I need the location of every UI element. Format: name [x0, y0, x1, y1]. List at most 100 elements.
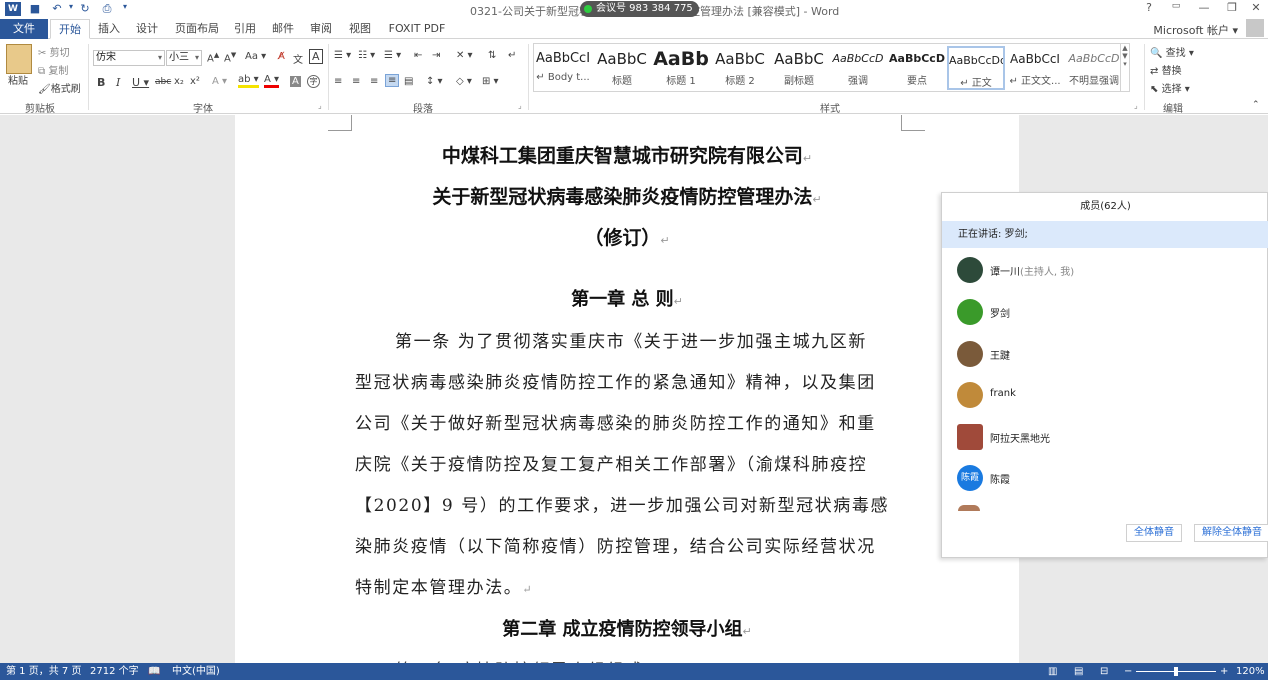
sort-icon[interactable]: ⇅: [488, 50, 496, 61]
italic-button[interactable]: I: [116, 76, 120, 89]
numbering-icon[interactable]: ☷ ▾: [358, 50, 375, 61]
style-heading-2[interactable]: AaBbC 标题 2: [711, 46, 769, 90]
collapse-ribbon-icon[interactable]: ⌃: [1252, 100, 1260, 110]
bold-button[interactable]: B: [97, 76, 105, 89]
print-layout-icon[interactable]: ▤: [1074, 663, 1083, 680]
bullets-icon[interactable]: ☰ ▾: [334, 50, 351, 61]
select-button[interactable]: ⬉ 选择 ▾: [1150, 80, 1190, 95]
tab-layout[interactable]: 页面布局: [170, 19, 224, 39]
member-row[interactable]: frank: [942, 374, 1268, 414]
undo-dropdown-icon[interactable]: ▾: [64, 2, 78, 17]
clipboard-icon[interactable]: [6, 44, 32, 74]
tab-mailings[interactable]: 邮件: [266, 19, 300, 39]
tab-design[interactable]: 设计: [130, 19, 164, 39]
grow-font-icon[interactable]: A▲: [207, 51, 219, 64]
web-layout-icon[interactable]: ⊟: [1100, 663, 1108, 680]
font-size-select[interactable]: 小三 ▾: [166, 50, 202, 66]
char-border-icon[interactable]: A: [309, 49, 323, 64]
font-dialog-launcher-icon[interactable]: ⌟: [318, 101, 322, 110]
member-row[interactable]: 谭一川(主持人, 我): [942, 249, 1268, 289]
font-name-select[interactable]: 仿宋 ▾: [93, 50, 165, 66]
read-mode-icon[interactable]: ▥: [1048, 663, 1057, 680]
save-icon[interactable]: ■: [28, 2, 42, 17]
tab-file[interactable]: 文件: [0, 19, 48, 39]
line-spacing-icon[interactable]: ↕ ▾: [426, 76, 443, 87]
member-row[interactable]: 阿拉天黑地光: [942, 416, 1268, 456]
show-marks-icon[interactable]: ↵: [508, 50, 516, 61]
underline-button[interactable]: U ▾: [132, 76, 149, 89]
format-painter-button[interactable]: 🖌格式刷: [38, 80, 81, 95]
redo-icon[interactable]: ↻: [78, 2, 92, 17]
style-heading-1[interactable]: AaBb 标题 1: [652, 46, 710, 90]
style-subtle-emphasis[interactable]: AaBbCcD 不明显强调: [1065, 46, 1123, 90]
account-link[interactable]: Microsoft 帐户 ▾: [1153, 22, 1238, 38]
increase-indent-icon[interactable]: ⇥: [432, 50, 440, 61]
tab-home[interactable]: 开始: [50, 19, 90, 39]
strikethrough-button[interactable]: abc: [155, 77, 171, 87]
unmute-all-button[interactable]: 解除全体静音: [1194, 524, 1268, 542]
highlight-icon[interactable]: ab ▾: [238, 74, 259, 88]
member-row[interactable]: 罗剑: [942, 291, 1268, 331]
align-center-icon[interactable]: ≡: [352, 76, 360, 87]
help-button[interactable]: ?: [1137, 1, 1161, 17]
tab-insert[interactable]: 插入: [92, 19, 126, 39]
paragraph-dialog-launcher-icon[interactable]: ⌟: [518, 101, 522, 110]
zoom-slider-thumb[interactable]: [1174, 667, 1178, 676]
replace-button[interactable]: ⇄ 替换: [1150, 62, 1182, 77]
style-body-text[interactable]: AaBbCcI ↵ Body t...: [534, 46, 592, 90]
text-effects-icon[interactable]: A ▾: [212, 76, 227, 87]
member-row[interactable]: 王踺: [942, 333, 1268, 373]
style-title[interactable]: AaBbC 标题: [593, 46, 651, 90]
customize-toolbar-icon[interactable]: ▾: [118, 2, 132, 17]
phonetic-guide-icon[interactable]: 文: [293, 51, 303, 66]
tab-foxit-pdf[interactable]: FOXIT PDF: [384, 19, 450, 39]
zoom-level[interactable]: 120%: [1236, 663, 1265, 680]
change-case-icon[interactable]: Aa ▾: [245, 51, 266, 62]
restore-button[interactable]: ❐: [1220, 1, 1244, 17]
chinese-layout-icon[interactable]: ✕ ▾: [456, 50, 473, 61]
tab-references[interactable]: 引用: [228, 19, 262, 39]
shrink-font-icon[interactable]: A▼: [224, 51, 236, 64]
proofing-icon[interactable]: 📖: [148, 663, 160, 680]
paste-button[interactable]: 粘贴: [8, 72, 28, 87]
style-strong[interactable]: AaBbCcD 要点: [888, 46, 946, 90]
styles-scroll[interactable]: ▲ ▼ ▾: [1120, 44, 1129, 91]
copy-button[interactable]: ⧉ 复制: [38, 62, 68, 77]
page-count[interactable]: 第 1 页，共 7 页: [6, 663, 81, 680]
meeting-id-badge[interactable]: 会议号 983 384 775: [580, 1, 699, 17]
shading-icon[interactable]: ◇ ▾: [456, 76, 472, 87]
tab-review[interactable]: 审阅: [304, 19, 338, 39]
tab-view[interactable]: 视图: [342, 19, 378, 39]
zoom-out-button[interactable]: −: [1124, 663, 1132, 680]
undo-icon[interactable]: ↶: [50, 2, 64, 17]
multilevel-list-icon[interactable]: ☰ ▾: [384, 50, 401, 61]
style-body-text-2[interactable]: AaBbCcI ↵ 正文文...: [1006, 46, 1064, 90]
enclose-char-icon[interactable]: 字: [307, 75, 320, 88]
find-button[interactable]: 🔍 查找 ▾: [1150, 44, 1194, 59]
char-shading-icon[interactable]: A: [290, 76, 301, 87]
styles-dialog-launcher-icon[interactable]: ⌟: [1134, 101, 1138, 110]
subscript-button[interactable]: x₂: [174, 76, 184, 87]
word-count[interactable]: 2712 个字: [90, 663, 139, 680]
close-button[interactable]: ✕: [1244, 1, 1268, 17]
print-preview-icon[interactable]: ⎙: [100, 2, 114, 17]
superscript-button[interactable]: x²: [190, 76, 200, 87]
align-right-icon[interactable]: ≡: [370, 76, 378, 87]
document-page[interactable]: 中煤科工集团重庆智慧城市研究院有限公司↵ 关于新型冠状病毒感染肺炎疫情防控管理办…: [235, 115, 1019, 681]
distributed-icon[interactable]: ▤: [404, 76, 413, 87]
font-color-icon[interactable]: A ▾: [264, 74, 280, 88]
mute-all-button[interactable]: 全体静音: [1126, 524, 1182, 542]
avatar[interactable]: [1246, 19, 1264, 37]
language-indicator[interactable]: 中文(中国): [172, 663, 220, 680]
cut-button[interactable]: ✂ 剪切: [38, 44, 70, 59]
justify-icon[interactable]: ≡: [385, 74, 400, 87]
borders-icon[interactable]: ⊞ ▾: [482, 76, 499, 87]
style-subtitle[interactable]: AaBbC 副标题: [770, 46, 828, 90]
clear-format-icon[interactable]: A̸: [278, 51, 285, 62]
style-emphasis[interactable]: AaBbCcD 强调: [829, 46, 887, 90]
member-row[interactable]: 陈霞 陈霞: [942, 457, 1268, 497]
zoom-in-button[interactable]: +: [1220, 663, 1228, 680]
ribbon-display-icon[interactable]: ▭: [1164, 1, 1188, 17]
align-left-icon[interactable]: ≡: [334, 76, 342, 87]
style-normal[interactable]: AaBbCcDd ↵ 正文: [947, 46, 1005, 90]
